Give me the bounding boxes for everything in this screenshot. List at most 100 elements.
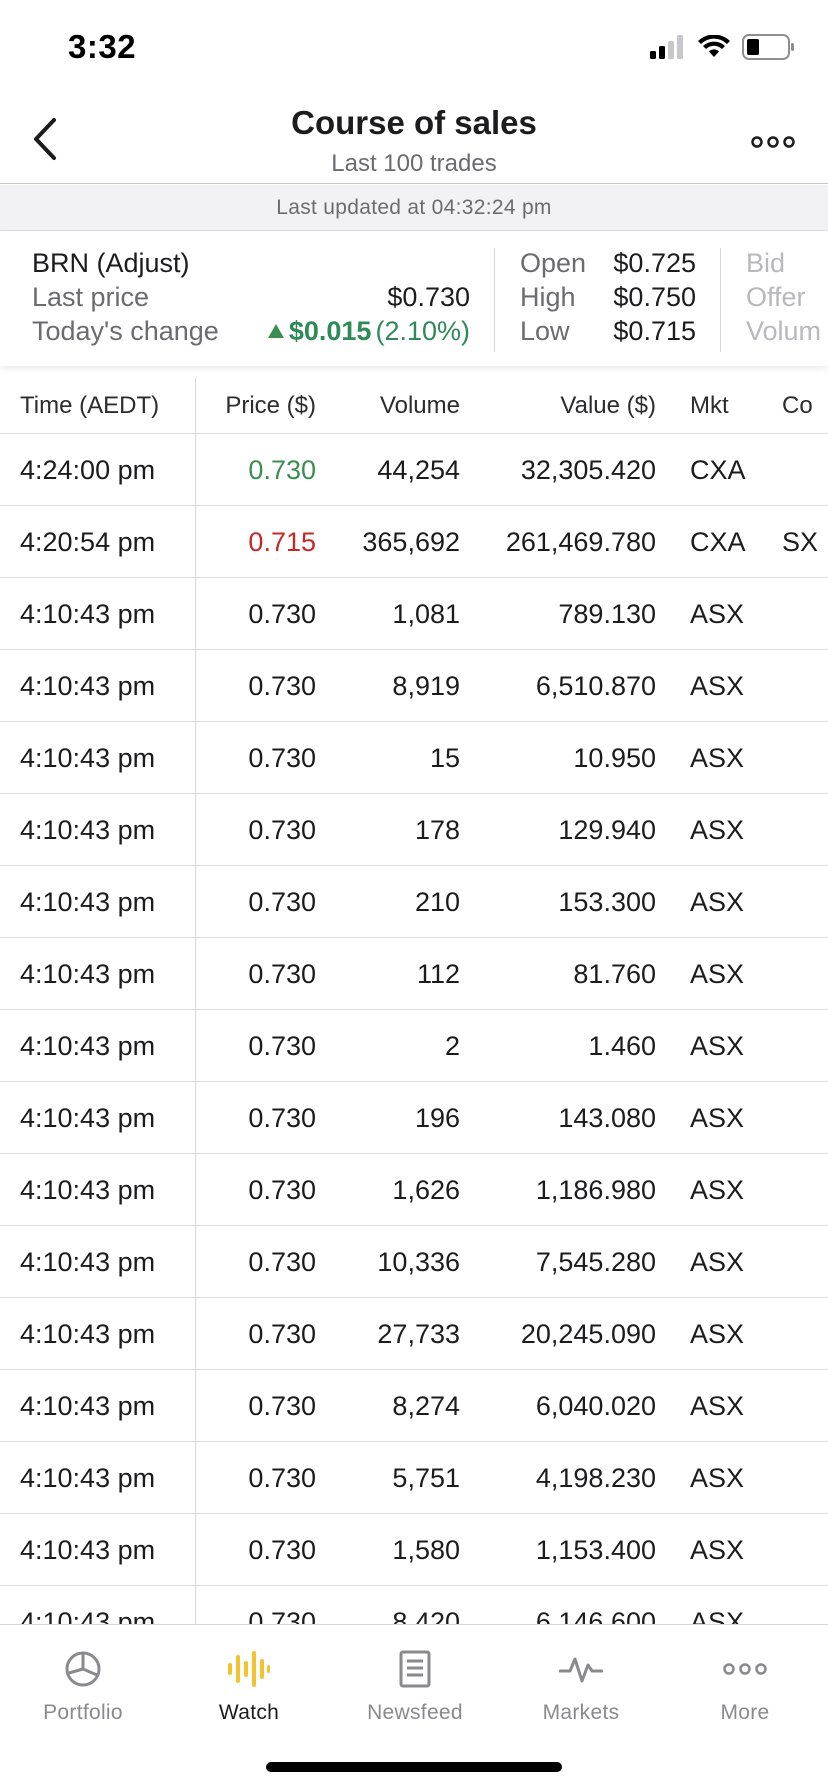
cell-market: ASX xyxy=(690,1535,745,1565)
cell-price: 0.730 xyxy=(248,599,316,629)
table-row[interactable]: 4:10:43 pm 0.730 8,274 6,040.020 ASX xyxy=(0,1370,828,1442)
cell-price: 0.730 xyxy=(248,1535,316,1565)
tab-portfolio[interactable]: Portfolio xyxy=(0,1643,166,1725)
cell-time: 4:20:54 pm xyxy=(20,527,156,557)
cell-price: 0.730 xyxy=(248,1319,316,1349)
table-row[interactable]: 4:10:43 pm 0.730 5,751 4,198.230 ASX xyxy=(0,1442,828,1514)
cell-time: 4:10:43 pm xyxy=(20,1175,156,1205)
cell-volume: 8,420 xyxy=(392,1607,460,1624)
table-row[interactable]: 4:10:43 pm 0.730 196 143.080 ASX xyxy=(0,1082,828,1154)
change-value: $0.015 (2.10%) xyxy=(267,314,470,348)
cell-time: 4:10:43 pm xyxy=(20,815,156,845)
cell-market: ASX xyxy=(690,1319,745,1349)
low-label: Low xyxy=(520,316,570,346)
cell-price: 0.730 xyxy=(248,1391,316,1421)
cell-time: 4:24:00 pm xyxy=(20,455,156,485)
tab-watch[interactable]: Watch xyxy=(166,1643,332,1725)
cell-price: 0.730 xyxy=(248,671,316,701)
tab-newsfeed[interactable]: Newsfeed xyxy=(332,1643,498,1725)
cell-market: ASX xyxy=(690,1247,745,1277)
cell-market: ASX xyxy=(690,1031,745,1061)
trades-table[interactable]: Time (AEDT) Price ($) Volume Value ($) M… xyxy=(0,378,828,1624)
last-price-value: $0.730 xyxy=(387,282,470,312)
table-row[interactable]: 4:10:43 pm 0.730 112 81.760 ASX xyxy=(0,938,828,1010)
wifi-icon xyxy=(698,35,730,57)
cell-value: 32,305.420 xyxy=(520,455,656,485)
cell-value: 6,146.600 xyxy=(535,1607,656,1624)
cell-market: CXA xyxy=(690,455,746,485)
cell-price: 0.730 xyxy=(248,815,316,845)
cell-market: ASX xyxy=(690,1391,745,1421)
cell-volume: 365,692 xyxy=(362,527,460,557)
change-label: Today's change xyxy=(32,316,219,346)
table-row[interactable]: 4:10:43 pm 0.730 8,919 6,510.870 ASX xyxy=(0,650,828,722)
summary-price-column: BRN (Adjust) Last price $0.730 Today's c… xyxy=(32,246,470,348)
cell-volume: 44,254 xyxy=(377,455,460,485)
pie-chart-icon xyxy=(65,1651,101,1687)
table-row[interactable]: 4:10:43 pm 0.730 178 129.940 ASX xyxy=(0,794,828,866)
table-row[interactable]: 4:10:43 pm 0.730 210 153.300 ASX xyxy=(0,866,828,938)
cell-market: ASX xyxy=(690,1463,745,1493)
table-row[interactable]: 4:10:43 pm 0.730 10,336 7,545.280 ASX xyxy=(0,1226,828,1298)
status-icons xyxy=(650,34,796,60)
cell-price: 0.730 xyxy=(248,1175,316,1205)
table-row[interactable]: 4:10:43 pm 0.730 27,733 20,245.090 ASX xyxy=(0,1298,828,1370)
tab-markets[interactable]: Markets xyxy=(498,1643,664,1725)
table-row[interactable]: 4:24:00 pm 0.730 44,254 32,305.420 CXA xyxy=(0,434,828,506)
cell-value: 143.080 xyxy=(558,1103,656,1133)
header-value: Value ($) xyxy=(560,392,656,419)
tab-more[interactable]: More xyxy=(662,1643,828,1725)
cell-time: 4:10:43 pm xyxy=(20,1103,156,1133)
cell-market: ASX xyxy=(690,671,745,701)
tab-label: More xyxy=(720,1701,770,1724)
more-dots-icon xyxy=(751,136,795,148)
page-title: Course of sales xyxy=(291,104,537,141)
cell-price: 0.730 xyxy=(248,1031,316,1061)
cell-time: 4:10:43 pm xyxy=(20,1463,156,1493)
change-amount: $0.015 xyxy=(288,316,372,346)
cell-time: 4:10:43 pm xyxy=(20,887,156,917)
table-row[interactable]: 4:20:54 pm 0.715 365,692 261,469.780 CXA SX I xyxy=(0,506,828,578)
cell-value: 153.300 xyxy=(558,887,656,917)
cell-volume: 15 xyxy=(429,743,460,773)
cell-value: 20,245.090 xyxy=(520,1319,656,1349)
status-bar: 3:32 xyxy=(0,0,828,100)
table-row[interactable]: 4:10:43 pm 0.730 1,580 1,153.400 ASX xyxy=(0,1514,828,1586)
cell-time: 4:10:43 pm xyxy=(20,1031,156,1061)
volume-label: Volum xyxy=(746,316,822,346)
tab-bar: Portfolio Watch Newsfeed Markets More xyxy=(0,1624,828,1792)
cell-price: 0.730 xyxy=(248,887,316,917)
cell-volume: 10,336 xyxy=(377,1247,460,1277)
watch-bars-icon xyxy=(228,1651,270,1687)
cell-value: 1,153.400 xyxy=(535,1535,656,1565)
table-row[interactable]: 4:10:43 pm 0.730 15 10.950 ASX xyxy=(0,722,828,794)
header: Course of sales Last 100 trades xyxy=(0,100,828,184)
table-row[interactable]: 4:10:43 pm 0.730 8,420 6,146.600 ASX xyxy=(0,1586,828,1624)
header-time: Time (AEDT) xyxy=(20,392,160,419)
cell-price: 0.715 xyxy=(248,527,316,557)
page-subtitle: Last 100 trades xyxy=(331,150,497,177)
offer-label: Offer xyxy=(746,282,806,312)
cell-market: CXA xyxy=(690,527,746,557)
cell-time: 4:10:43 pm xyxy=(20,599,156,629)
more-options-button[interactable] xyxy=(748,122,798,162)
tab-label: Watch xyxy=(218,1701,280,1724)
home-indicator[interactable] xyxy=(266,1762,562,1772)
stock-summary: BRN (Adjust) Last price $0.730 Today's c… xyxy=(0,232,828,366)
summary-range-column: Open $0.725 High $0.750 Low $0.715 xyxy=(520,246,696,348)
cell-volume: 8,919 xyxy=(392,671,460,701)
up-triangle-icon xyxy=(267,324,284,338)
cell-price: 0.730 xyxy=(248,1247,316,1277)
table-row[interactable]: 4:10:43 pm 0.730 1,626 1,186.980 ASX xyxy=(0,1154,828,1226)
last-price-label: Last price xyxy=(32,282,150,312)
cell-price: 0.730 xyxy=(248,1103,316,1133)
high-value: $0.750 xyxy=(613,282,696,312)
cell-volume: 112 xyxy=(416,959,460,989)
cell-value: 129.940 xyxy=(558,815,656,845)
low-value: $0.715 xyxy=(613,316,696,346)
table-row[interactable]: 4:10:43 pm 0.730 2 1.460 ASX xyxy=(0,1010,828,1082)
cell-price: 0.730 xyxy=(248,959,316,989)
pulse-icon xyxy=(559,1657,603,1683)
cell-volume: 27,733 xyxy=(377,1319,460,1349)
table-row[interactable]: 4:10:43 pm 0.730 1,081 789.130 ASX xyxy=(0,578,828,650)
